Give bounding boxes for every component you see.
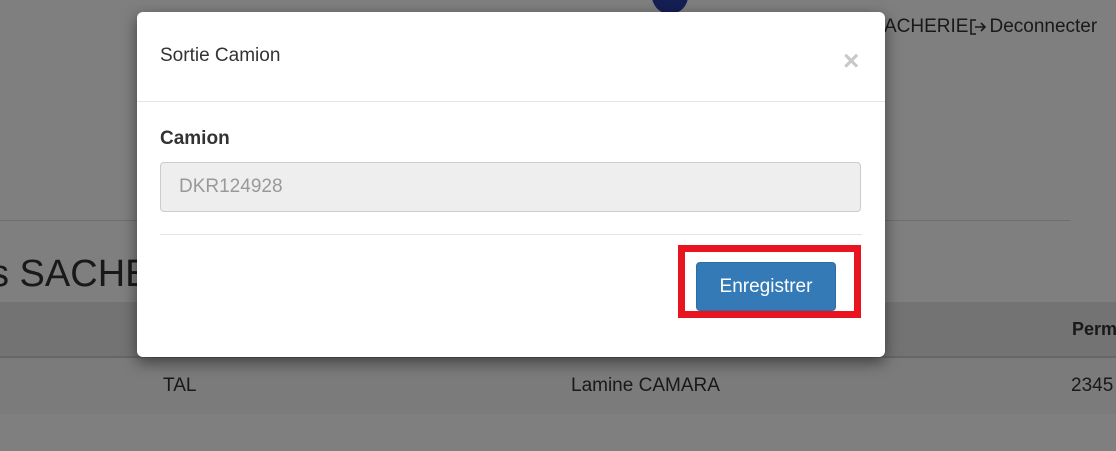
footer-divider (160, 234, 862, 235)
modal-header: Sortie Camion × (137, 12, 885, 102)
sortie-camion-modal: Sortie Camion × Camion Enregistrer (137, 12, 885, 357)
modal-title: Sortie Camion (160, 45, 281, 66)
close-icon[interactable]: × (843, 47, 859, 75)
camion-label: Camion (160, 128, 230, 149)
save-button[interactable]: Enregistrer (696, 262, 836, 311)
camion-field[interactable] (160, 162, 861, 212)
